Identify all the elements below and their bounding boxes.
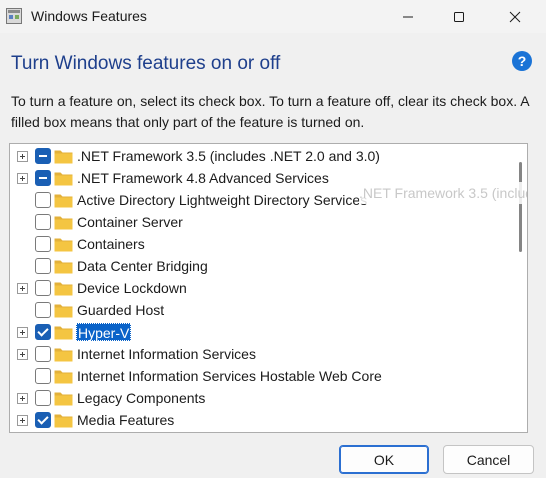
feature-checkbox[interactable] — [35, 192, 51, 208]
features-tree[interactable]: Media Features Legacy Components Internet … — [9, 143, 528, 433]
folder-icon — [54, 216, 73, 230]
page-heading: Turn Windows features on or off — [11, 53, 281, 74]
feature-checkbox[interactable] — [35, 324, 51, 340]
expand-icon[interactable] — [17, 349, 28, 360]
feature-row[interactable]: Legacy Components — [10, 387, 515, 409]
expand-icon[interactable] — [17, 415, 28, 426]
feature-checkbox[interactable] — [35, 236, 51, 252]
folder-icon — [54, 260, 73, 274]
feature-checkbox[interactable] — [35, 412, 51, 428]
folder-icon — [54, 326, 73, 340]
feature-row[interactable]: Device Lockdown — [10, 277, 515, 299]
feature-label: .NET Framework 4.8 Advanced Services — [77, 170, 329, 186]
expand-icon[interactable] — [17, 173, 28, 184]
instructions-text: To turn a feature on, select its check b… — [11, 93, 529, 130]
feature-checkbox[interactable] — [35, 148, 51, 164]
folder-icon — [54, 194, 73, 208]
feature-checkbox[interactable] — [35, 280, 51, 296]
feature-checkbox[interactable] — [35, 346, 51, 362]
feature-label: Internet Information Services — [77, 346, 256, 362]
feature-row[interactable]: Guarded Host — [10, 299, 515, 321]
feature-label: Container Server — [77, 214, 183, 230]
expand-icon[interactable] — [17, 283, 28, 294]
feature-row[interactable]: Container Server — [10, 211, 515, 233]
title-bar[interactable]: Windows Features — [0, 0, 546, 33]
folder-icon — [54, 238, 73, 252]
feature-checkbox[interactable] — [35, 368, 51, 384]
feature-label: Legacy Components — [77, 390, 206, 406]
feature-label: Device Lockdown — [77, 280, 187, 296]
feature-row[interactable]: Media Features — [10, 409, 515, 431]
feature-label: Guarded Host — [77, 302, 165, 318]
windows-features-dialog: Windows Features Turn Windows features o… — [0, 0, 546, 478]
feature-row[interactable]: Internet Information Services — [10, 343, 515, 365]
feature-checkbox[interactable] — [35, 302, 51, 318]
windows-features-app-icon — [6, 8, 22, 24]
folder-icon — [54, 392, 73, 406]
folder-icon — [54, 348, 73, 362]
cancel-button[interactable]: Cancel — [443, 445, 534, 474]
feature-label: Media Features — [77, 412, 175, 428]
folder-icon — [54, 150, 73, 164]
folder-icon — [54, 370, 73, 384]
folder-icon — [54, 414, 73, 428]
feature-checkbox[interactable] — [35, 214, 51, 230]
expand-icon[interactable] — [17, 151, 28, 162]
feature-row[interactable]: .NET Framework 3.5 (includes .NET 2.0 an… — [10, 145, 515, 167]
feature-row[interactable]: Data Center Bridging — [10, 255, 515, 277]
scrollbar-thumb[interactable] — [519, 162, 522, 252]
folder-icon — [54, 282, 73, 296]
ok-button[interactable]: OK — [339, 445, 429, 474]
close-button[interactable] — [492, 0, 538, 33]
maximize-icon — [454, 11, 464, 22]
feature-label: .NET Framework 3.5 (includes .NET 2.0 an… — [77, 148, 380, 164]
maximize-button[interactable] — [436, 0, 482, 33]
expand-icon[interactable] — [17, 393, 28, 404]
feature-checkbox[interactable] — [35, 170, 51, 186]
feature-label: Active Directory Lightweight Directory S… — [77, 192, 368, 208]
feature-row[interactable]: Internet Information Services Hostable W… — [10, 365, 515, 387]
feature-checkbox[interactable] — [35, 258, 51, 274]
feature-checkbox[interactable] — [35, 390, 51, 406]
feature-label: Internet Information Services Hostable W… — [77, 368, 382, 384]
minimize-button[interactable] — [385, 0, 431, 33]
feature-label: Data Center Bridging — [77, 258, 208, 274]
minimize-icon — [403, 16, 413, 17]
feature-row[interactable]: Containers — [10, 233, 515, 255]
tooltip-ghost: .NET Framework 3.5 (includes — [359, 182, 527, 204]
folder-icon — [54, 172, 73, 186]
feature-label: Containers — [77, 236, 145, 252]
feature-label: Hyper-V — [76, 323, 132, 341]
help-icon[interactable]: ? — [512, 51, 532, 71]
feature-row[interactable]: Hyper-V — [10, 321, 515, 343]
expand-icon[interactable] — [17, 327, 28, 338]
window-title: Windows Features — [31, 8, 147, 24]
close-icon — [509, 11, 521, 22]
folder-icon — [54, 304, 73, 318]
